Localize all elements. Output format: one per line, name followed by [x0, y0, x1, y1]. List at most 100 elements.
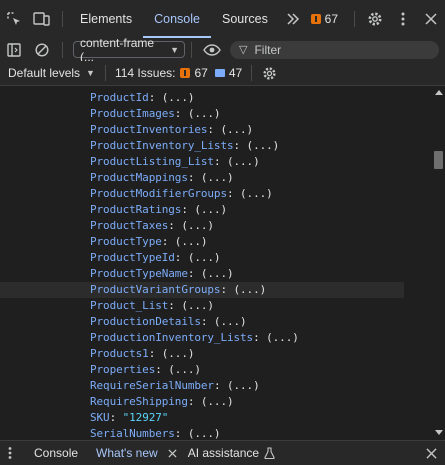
info-count: 47	[228, 66, 243, 80]
property-key: RequireShipping	[90, 395, 188, 408]
property-key: ProductTaxes	[90, 219, 169, 232]
console-property-line[interactable]: SKU: "12927"	[0, 410, 432, 426]
console-property-line[interactable]: ProductMappings: (...)	[0, 170, 432, 186]
gear-icon	[368, 12, 382, 26]
property-value[interactable]: : (...)	[188, 395, 234, 408]
property-key: ProductMappings	[90, 171, 188, 184]
console-property-line[interactable]: ProductionDetails: (...)	[0, 314, 432, 330]
property-value[interactable]: : (...)	[201, 315, 247, 328]
console-settings-button[interactable]	[258, 61, 280, 85]
close-whats-new-button[interactable]	[167, 441, 179, 465]
property-key: RequireSerialNumber	[90, 379, 214, 392]
more-tabs-button[interactable]	[279, 0, 307, 38]
scrollbar-thumb[interactable]	[434, 151, 443, 169]
console-property-line[interactable]: Properties: (...)	[0, 362, 432, 378]
console-property-line[interactable]: ProductListing_List: (...)	[0, 154, 432, 170]
toolbar-divider	[62, 11, 63, 27]
warning-icon	[180, 68, 191, 78]
console-property-line[interactable]: ProductTypeName: (...)	[0, 266, 432, 282]
property-value[interactable]: : (...)	[175, 107, 221, 120]
property-value[interactable]: : (...)	[168, 219, 214, 232]
property-key: Properties	[90, 363, 156, 376]
console-property-line[interactable]: ProductVariantGroups: (...)	[0, 282, 404, 298]
property-value[interactable]: : (...)	[214, 379, 260, 392]
settings-button[interactable]	[361, 0, 389, 38]
context-label: content-frame (...	[80, 35, 155, 64]
scroll-up-arrow-icon[interactable]	[435, 90, 443, 95]
clear-console-button[interactable]	[28, 38, 56, 61]
console-property-line[interactable]: Product_List: (...)	[0, 298, 432, 314]
drawer-tab-ai-assistance[interactable]: AI assistance	[179, 441, 284, 465]
live-expression-button[interactable]	[198, 38, 226, 61]
property-value[interactable]: :	[110, 411, 123, 424]
scroll-down-arrow-icon[interactable]	[435, 430, 443, 435]
inspect-element-button[interactable]	[0, 0, 28, 38]
tab-sources[interactable]: Sources	[211, 0, 279, 38]
context-selector[interactable]: content-frame (... ▼	[73, 36, 185, 64]
levels-bar: Default levels ▼ 114 Issues: 67 47	[0, 61, 445, 86]
console-property-line[interactable]: ProductInventories: (...)	[0, 122, 432, 138]
property-value[interactable]: : (...)	[168, 299, 214, 312]
property-value[interactable]: : (...)	[214, 155, 260, 168]
property-value[interactable]: : (...)	[207, 123, 253, 136]
property-value[interactable]: : (...)	[175, 251, 221, 264]
close-icon	[425, 13, 437, 25]
console-toolbar: content-frame (... ▼ ▽ Filter	[0, 36, 445, 64]
property-key: ProductVariantGroups	[90, 283, 221, 296]
property-key: SKU	[90, 411, 110, 424]
filter-input[interactable]: ▽ Filter	[230, 40, 439, 59]
toggle-sidebar-button[interactable]	[0, 38, 28, 61]
close-devtools-button[interactable]	[417, 0, 445, 38]
close-drawer-button[interactable]	[417, 441, 445, 465]
property-value[interactable]: : (...)	[175, 427, 221, 440]
toolbar-divider	[191, 41, 192, 58]
property-value[interactable]: : (...)	[155, 363, 201, 376]
caret-down-icon: ▼	[86, 68, 95, 78]
property-value[interactable]: : (...)	[181, 203, 227, 216]
device-toolbar-button[interactable]	[28, 0, 56, 38]
console-property-line[interactable]: ProductImages: (...)	[0, 106, 432, 122]
console-scrollbar[interactable]	[432, 86, 445, 440]
property-value[interactable]: : (...)	[188, 171, 234, 184]
console-property-line[interactable]: SerialNumbers: (...)	[0, 426, 432, 440]
console-property-line[interactable]: ProductRatings: (...)	[0, 202, 432, 218]
tab-elements[interactable]: Elements	[69, 0, 143, 38]
customize-menu-button[interactable]	[389, 0, 417, 38]
console-property-line[interactable]: ProductTaxes: (...)	[0, 218, 432, 234]
eye-icon	[203, 43, 221, 56]
toolbar-divider	[354, 11, 355, 27]
console-property-line[interactable]: ProductId: (...)	[0, 90, 432, 106]
console-property-line[interactable]: Products1: (...)	[0, 346, 432, 362]
console-property-line[interactable]: RequireSerialNumber: (...)	[0, 378, 432, 394]
property-value[interactable]: : (...)	[188, 267, 234, 280]
property-value[interactable]: : (...)	[253, 331, 299, 344]
console-property-line[interactable]: ProductModifierGroups: (...)	[0, 186, 432, 202]
property-value[interactable]: : (...)	[227, 187, 273, 200]
console-lines: ProductId: (...) ProductImages: (...) Prod…	[0, 90, 432, 440]
property-key: ProductTypeName	[90, 267, 188, 280]
console-property-line[interactable]: ProductInventory_Lists: (...)	[0, 138, 432, 154]
tab-console[interactable]: Console	[143, 0, 211, 38]
log-levels-dropdown[interactable]: Default levels ▼	[0, 66, 95, 80]
property-string-value: "12927"	[122, 411, 169, 424]
property-value[interactable]: : (...)	[234, 139, 280, 152]
drawer-tab-whats-new[interactable]: What's new	[87, 441, 167, 465]
issues-counter[interactable]: 67	[310, 12, 338, 26]
property-value[interactable]: : (...)	[220, 283, 266, 296]
drawer-tabbar: Console What's new AI assistance	[0, 440, 445, 465]
property-value[interactable]: : (...)	[149, 347, 195, 360]
gear-icon	[263, 66, 276, 80]
property-value[interactable]: : (...)	[162, 235, 208, 248]
console-property-line[interactable]: ProductTypeId: (...)	[0, 250, 432, 266]
block-icon	[35, 42, 49, 57]
property-value[interactable]: : (...)	[149, 91, 195, 104]
kebab-menu-icon	[401, 12, 405, 26]
property-key: ProductTypeId	[90, 251, 175, 264]
console-property-line[interactable]: ProductionInventory_Lists: (...)	[0, 330, 432, 346]
issues-summary[interactable]: 114 Issues: 67 47	[115, 66, 242, 80]
drawer-menu-button[interactable]	[0, 441, 20, 465]
console-property-line[interactable]: ProductType: (...)	[0, 234, 432, 250]
kebab-menu-icon	[8, 447, 12, 459]
drawer-tab-console[interactable]: Console	[20, 441, 87, 465]
console-property-line[interactable]: RequireShipping: (...)	[0, 394, 432, 410]
